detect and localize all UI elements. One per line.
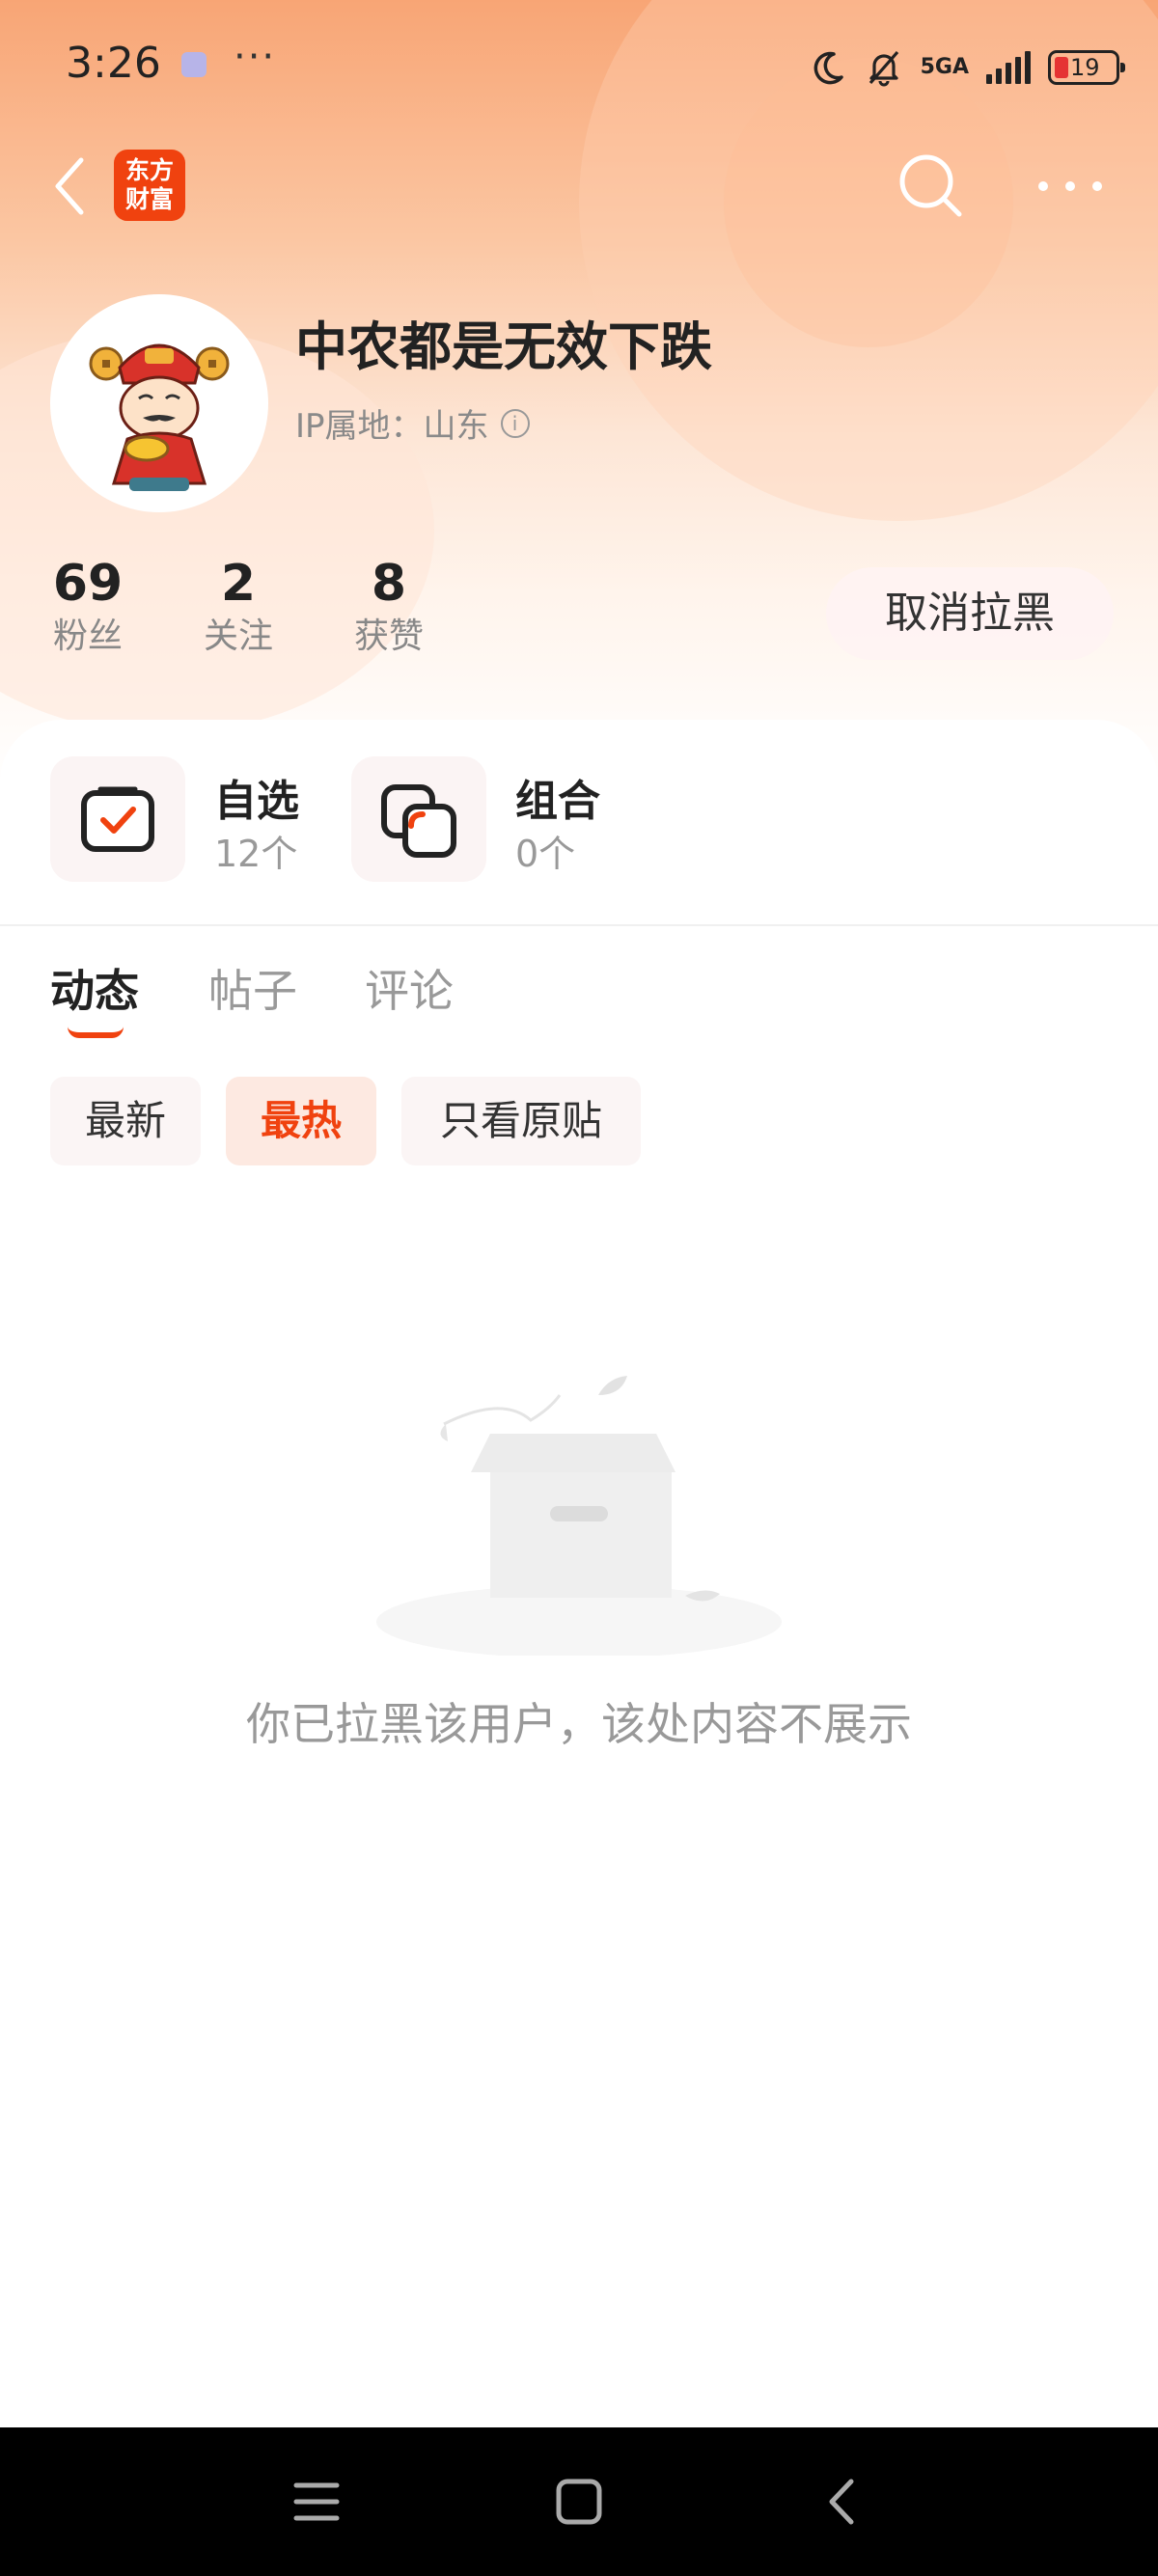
combination-count: 0个 — [515, 833, 576, 875]
ip-location: IP属地：山东 i — [295, 399, 530, 447]
watchlist-entry[interactable]: 自选 12个 — [50, 756, 340, 882]
tab-activity[interactable]: 动态 — [50, 956, 139, 1020]
active-tab-indicator — [68, 1027, 124, 1038]
stat-label: 获赞 — [353, 617, 424, 656]
divider — [0, 924, 1158, 926]
empty-state-message: 你已拉黑该用户，该处内容不展示 — [246, 1698, 912, 1750]
filter-hottest[interactable]: 最热 — [226, 1077, 376, 1165]
username: 中农都是无效下跌 — [295, 316, 712, 377]
ip-location-text: IP属地：山东 — [295, 407, 489, 446]
signal-strength-icon — [986, 51, 1031, 84]
watchlist-count: 12个 — [214, 833, 298, 875]
more-options-button[interactable] — [1038, 162, 1102, 210]
back-nav-button[interactable] — [809, 2468, 876, 2535]
stat-value: 2 — [220, 555, 257, 613]
checklist-icon — [50, 756, 185, 882]
recent-apps-button[interactable] — [283, 2468, 350, 2535]
status-bar: 3:26 ··· 5GA 19 — [0, 29, 1158, 106]
app-logo-text: 东方财富 — [124, 156, 174, 213]
search-icon — [899, 154, 962, 217]
home-button[interactable] — [545, 2468, 613, 2535]
unblock-button[interactable]: 取消拉黑 — [826, 567, 1114, 660]
combination-entry[interactable]: 组合 0个 — [351, 756, 641, 882]
stat-value: 69 — [52, 555, 124, 613]
notification-app-icon — [181, 52, 207, 77]
stat-likes[interactable]: 8 获赞 — [336, 554, 442, 660]
more-dot — [1092, 181, 1102, 191]
stat-following[interactable]: 2 关注 — [185, 554, 291, 660]
tab-posts[interactable]: 帖子 — [208, 956, 297, 1020]
moon-icon — [813, 51, 843, 85]
mute-bell-icon — [868, 50, 898, 87]
back-button[interactable] — [50, 152, 89, 220]
stat-value: 8 — [371, 555, 407, 613]
more-dot — [1038, 181, 1048, 191]
stat-followers[interactable]: 69 粉丝 — [35, 554, 141, 660]
watchlist-title: 自选 — [214, 777, 299, 826]
empty-box-illustration — [367, 1328, 791, 1658]
combination-icon — [351, 756, 486, 882]
content-card: 自选 12个 组合 0个 动态 帖子 评论 最新 最热 只看原贴 你已拉黑该用户… — [0, 720, 1158, 2427]
fortune-god-avatar-icon — [89, 343, 230, 491]
square-icon — [556, 2479, 602, 2525]
combination-title: 组合 — [515, 777, 600, 826]
network-type: 5GA — [920, 55, 969, 79]
battery-level: 19 — [1070, 54, 1100, 81]
battery-icon: 19 — [1048, 50, 1125, 85]
tab-comments[interactable]: 评论 — [365, 956, 454, 1020]
status-indicators: 5GA 19 — [809, 39, 1125, 96]
more-dot — [1065, 181, 1075, 191]
info-icon[interactable]: i — [500, 408, 530, 438]
search-button[interactable] — [892, 147, 969, 224]
filter-latest[interactable]: 最新 — [50, 1077, 201, 1165]
stat-label: 关注 — [203, 617, 273, 656]
system-navigation-bar — [0, 2427, 1158, 2576]
avatar[interactable] — [50, 294, 268, 512]
chevron-left-icon — [829, 2479, 854, 2525]
status-time: 3:26 — [66, 39, 161, 88]
chevron-left-icon — [55, 157, 84, 215]
more-notifications-indicator: ··· — [234, 35, 277, 79]
app-logo: 东方财富 — [114, 150, 185, 221]
filter-original-only[interactable]: 只看原贴 — [401, 1077, 641, 1165]
menu-icon — [293, 2482, 340, 2521]
stat-label: 粉丝 — [52, 617, 123, 656]
